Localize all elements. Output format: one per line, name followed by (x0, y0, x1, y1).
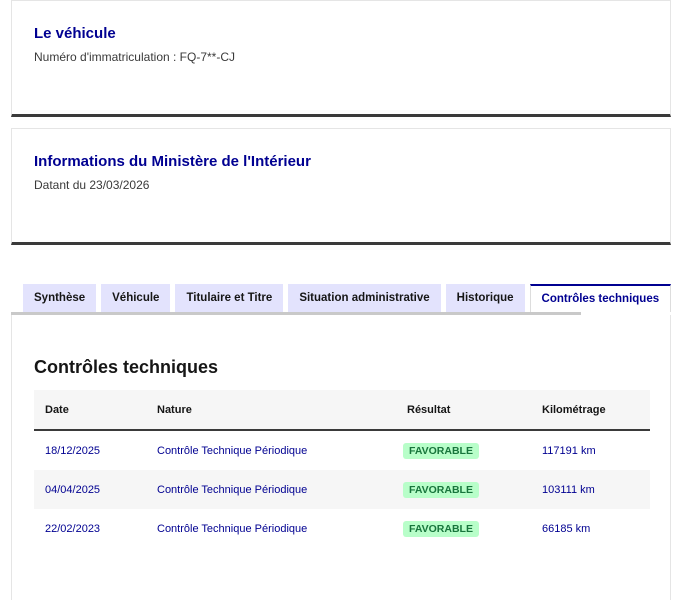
column-header-resultat: Résultat (407, 403, 451, 416)
table-row: 18/12/2025 Contrôle Technique Périodique… (34, 431, 650, 470)
table-row: 04/04/2025 Contrôle Technique Périodique… (34, 470, 650, 509)
ministry-info-card: Informations du Ministère de l'Intérieur… (11, 128, 671, 245)
tab-titulaire-titre[interactable]: Titulaire et Titre (175, 284, 284, 312)
registration-number: Numéro d'immatriculation : FQ-7**-CJ (34, 50, 236, 64)
status-badge: FAVORABLE (403, 520, 479, 537)
controles-panel: Contrôles techniques Date Nature Résulta… (11, 315, 671, 600)
row-kilometrage: 117191 km (542, 444, 596, 457)
row-nature: Contrôle Technique Périodique (157, 522, 308, 535)
tab-synthese[interactable]: Synthèse (23, 284, 97, 312)
controles-table: Date Nature Résultat Kilométrage 18/12/2… (34, 390, 650, 548)
row-resultat: FAVORABLE (396, 520, 531, 537)
row-date: 04/04/2025 (45, 483, 101, 496)
ministry-info-date: Datant du 23/03/2026 (34, 178, 150, 192)
ministry-info-title: Informations du Ministère de l'Intérieur (34, 153, 311, 170)
tab-vehicule[interactable]: Véhicule (101, 284, 171, 312)
column-header-nature: Nature (157, 403, 192, 416)
row-kilometrage: 66185 km (542, 522, 591, 535)
column-header-kilometrage: Kilométrage (542, 403, 606, 416)
row-resultat: FAVORABLE (396, 442, 531, 459)
vehicle-card-title: Le véhicule (34, 25, 116, 42)
row-kilometrage: 103111 km (542, 483, 595, 496)
row-nature: Contrôle Technique Périodique (157, 444, 308, 457)
status-badge: FAVORABLE (403, 442, 479, 459)
controles-title: Contrôles techniques (34, 357, 219, 377)
status-badge: FAVORABLE (403, 481, 479, 498)
row-date: 18/12/2025 (45, 444, 101, 457)
table-row: 22/02/2023 Contrôle Technique Périodique… (34, 509, 650, 548)
row-resultat: FAVORABLE (396, 481, 531, 498)
tab-bar: Synthèse Véhicule Titulaire et Titre Sit… (23, 284, 676, 312)
tab-historique[interactable]: Historique (445, 284, 525, 312)
tab-situation-administrative[interactable]: Situation administrative (288, 284, 441, 312)
column-header-date: Date (45, 403, 69, 416)
tab-controles-techniques[interactable]: Contrôles techniques (529, 284, 672, 312)
row-date: 22/02/2023 (45, 522, 101, 535)
table-header: Date Nature Résultat Kilométrage (34, 390, 650, 431)
vehicle-card: Le véhicule Numéro d'immatriculation : F… (11, 0, 671, 117)
row-nature: Contrôle Technique Périodique (157, 483, 308, 496)
